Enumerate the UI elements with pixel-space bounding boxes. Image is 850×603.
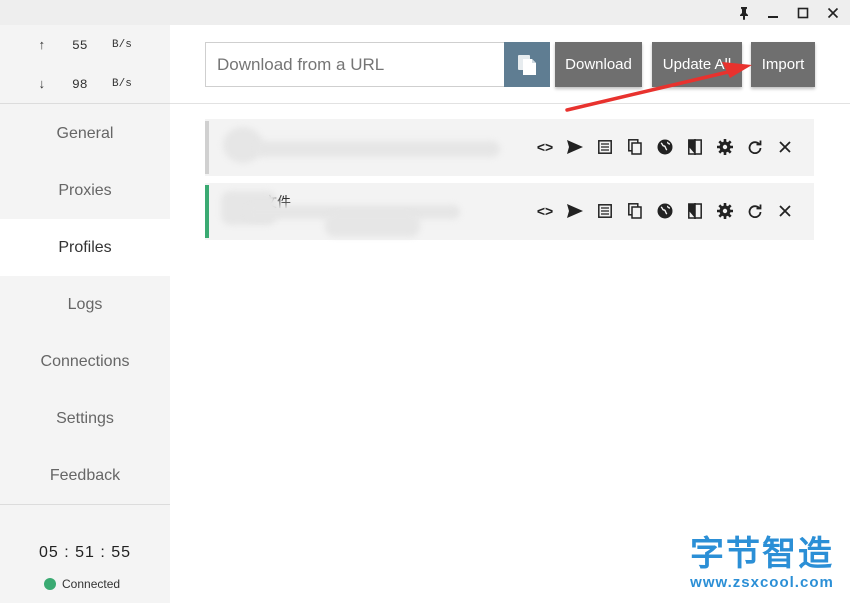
gear-icon[interactable] (710, 135, 740, 159)
download-button[interactable]: Download (555, 42, 642, 87)
paste-icon (518, 54, 536, 75)
profile-subtitle-redacted (325, 213, 420, 237)
maximize-icon[interactable] (792, 2, 814, 24)
sidebar-item-logs[interactable]: Logs (0, 276, 170, 333)
profile-indicator (205, 185, 209, 238)
profiles-toolbar: Download Update All Import (170, 25, 850, 104)
watermark-url: www.zsxcool.com (690, 574, 834, 591)
profile-actions: <> (530, 135, 800, 159)
refresh-icon[interactable] (740, 135, 770, 159)
download-unit: B/s (112, 78, 132, 90)
update-all-button[interactable]: Update All (652, 42, 742, 87)
compare-icon[interactable] (680, 135, 710, 159)
list-icon[interactable] (590, 135, 620, 159)
sidebar-nav: General Proxies Profiles Logs Connection… (0, 105, 170, 504)
upload-unit: B/s (112, 39, 132, 51)
paste-button[interactable] (504, 42, 550, 87)
window-titlebar (0, 0, 850, 25)
connection-label: Connected (62, 577, 121, 591)
minimize-icon[interactable] (762, 2, 784, 24)
gear-icon[interactable] (710, 199, 740, 223)
sidebar: ↑ 55 B/s ↓ 98 B/s General Proxies Profil… (0, 25, 170, 603)
profile-title-redacted (255, 141, 500, 157)
profile-indicator (205, 121, 209, 174)
download-speed: ↓ 98 B/s (0, 77, 170, 97)
url-input[interactable] (205, 42, 505, 87)
clock: 05 : 51 : 55 (38, 544, 132, 561)
code-icon[interactable]: <> (530, 135, 560, 159)
copy-icon[interactable] (620, 135, 650, 159)
main-content: Download Update All Import <> 文件 <> (170, 25, 850, 603)
sidebar-item-feedback[interactable]: Feedback (0, 447, 170, 504)
connection-status: Connected (44, 577, 120, 591)
profile-actions: <> (530, 199, 800, 223)
profile-card[interactable]: 文件 <> (205, 183, 814, 240)
import-button[interactable]: Import (751, 42, 815, 87)
copy-icon[interactable] (620, 199, 650, 223)
sidebar-item-profiles[interactable]: Profiles (0, 219, 170, 276)
close-icon[interactable] (770, 135, 800, 159)
sidebar-item-proxies[interactable]: Proxies (0, 162, 170, 219)
code-icon[interactable]: <> (530, 199, 560, 223)
sidebar-item-connections[interactable]: Connections (0, 333, 170, 390)
close-icon[interactable] (770, 199, 800, 223)
send-icon[interactable] (560, 135, 590, 159)
list-icon[interactable] (590, 199, 620, 223)
upload-value: 55 (72, 38, 88, 53)
refresh-icon[interactable] (740, 199, 770, 223)
status-dot-icon (44, 578, 56, 590)
profile-card[interactable]: <> (205, 119, 814, 176)
download-value: 98 (72, 77, 88, 92)
send-icon[interactable] (560, 199, 590, 223)
compare-icon[interactable] (680, 199, 710, 223)
upload-speed: ↑ 55 B/s (0, 38, 170, 58)
download-arrow-icon: ↓ (38, 77, 46, 92)
globe-icon[interactable] (650, 135, 680, 159)
sidebar-item-settings[interactable]: Settings (0, 390, 170, 447)
watermark-logo-text: 字节智造 (690, 534, 834, 574)
close-window-icon[interactable] (822, 2, 844, 24)
sidebar-item-general[interactable]: General (0, 105, 170, 162)
status-panel: 05 : 51 : 55 Connected (0, 504, 170, 603)
pin-icon[interactable] (733, 2, 755, 24)
globe-icon[interactable] (650, 199, 680, 223)
traffic-panel: ↑ 55 B/s ↓ 98 B/s (0, 25, 170, 104)
watermark: 字节智造 www.zsxcool.com (677, 534, 847, 591)
upload-arrow-icon: ↑ (38, 38, 46, 53)
